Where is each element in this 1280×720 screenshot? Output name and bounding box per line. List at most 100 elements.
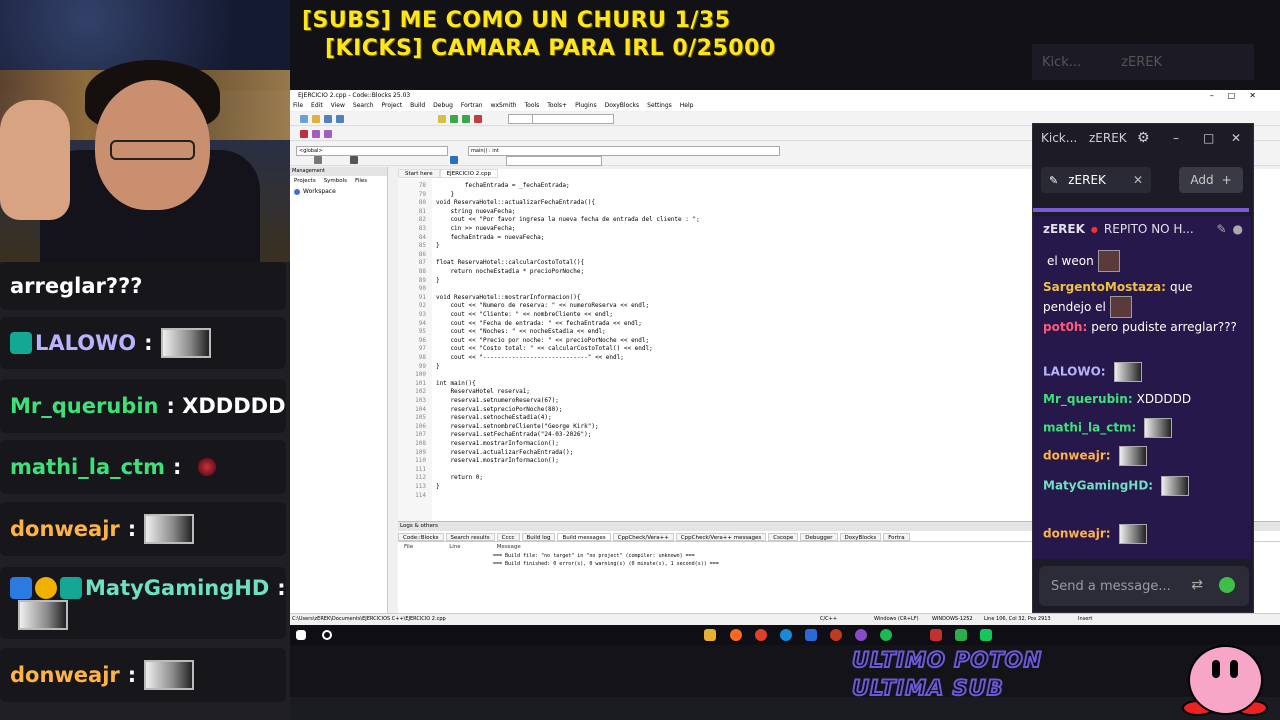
spotify-icon[interactable] [880, 629, 892, 641]
menu-plugins[interactable]: Plugins [575, 101, 597, 111]
firefox-icon[interactable] [730, 629, 742, 641]
log-tab[interactable]: Cscope [768, 533, 799, 541]
plus-icon: + [1221, 173, 1232, 187]
menu-tools-[interactable]: Tools+ [547, 101, 567, 111]
app-icon[interactable] [930, 629, 942, 641]
run-icon[interactable] [450, 115, 458, 123]
menu-search[interactable]: Search [353, 101, 374, 111]
log-tab[interactable]: Build messages [557, 533, 611, 541]
menu-build[interactable]: Build [410, 101, 425, 111]
tab-ejercicio-2[interactable]: EJERCICIO 2.cpp [439, 169, 498, 178]
chat-username[interactable]: SargentoMostaza: [1043, 280, 1166, 294]
symbol-select[interactable]: main() : int [468, 146, 780, 156]
tab-files[interactable]: Files [355, 178, 367, 184]
windows-start-icon[interactable] [296, 630, 306, 640]
kick-icon[interactable] [980, 629, 992, 641]
menu-tools[interactable]: Tools [525, 101, 540, 111]
new-file-icon[interactable] [300, 115, 308, 123]
menu-debug[interactable]: Debug [433, 101, 453, 111]
user-icon[interactable]: ● [1233, 222, 1243, 236]
menu-project[interactable]: Project [382, 101, 403, 111]
bookmark-icon[interactable] [300, 130, 308, 138]
chat-input[interactable]: Send a message... ⇄ [1039, 566, 1249, 606]
log-tab[interactable]: DoxyBlocks [839, 533, 882, 541]
layout-icon[interactable] [350, 156, 358, 164]
log-tab[interactable]: CppCheck/Vera++ messages [675, 533, 767, 541]
abort-icon[interactable] [474, 115, 482, 123]
status-eol: Windows (CR+LF) [874, 616, 919, 622]
gear-icon[interactable]: ⚙ [1137, 130, 1150, 146]
scope-select[interactable]: <global> [296, 146, 448, 156]
menu-fortran[interactable]: Fortran [461, 101, 483, 111]
chat-username[interactable]: LALOWO: [1043, 365, 1106, 379]
menu-edit[interactable]: Edit [311, 101, 323, 111]
save-all-icon[interactable] [336, 115, 344, 123]
chat-username[interactable]: mathi_la_ctm: [1043, 421, 1136, 435]
chat-username[interactable]: MatyGamingHD: [1043, 479, 1153, 493]
compiler-select[interactable] [532, 114, 614, 124]
app-icon[interactable] [830, 629, 842, 641]
maximize-icon[interactable]: □ [1203, 131, 1214, 145]
translate-icon[interactable]: ⇄ [1191, 577, 1203, 593]
chat-username[interactable]: pot0h: [1043, 320, 1087, 334]
search-box[interactable] [506, 156, 602, 166]
explorer-icon[interactable] [704, 629, 716, 641]
chat-username[interactable]: donweajr: [1043, 527, 1111, 541]
log-tab[interactable]: CppCheck/Vera++ [612, 533, 674, 541]
edit-icon: ✎ [1049, 173, 1059, 187]
menu-doxyblocks[interactable]: DoxyBlocks [605, 101, 640, 111]
format-icon[interactable] [314, 156, 322, 164]
channel-tab[interactable]: ✎ zEREK ✕ [1041, 167, 1151, 193]
search-icon[interactable] [322, 630, 332, 640]
emote-icon [1161, 476, 1190, 496]
zoom-icon[interactable] [450, 156, 458, 164]
code-text: cout << "Por favor ingresa la nueva fech… [436, 216, 700, 224]
log-tab[interactable]: Fortra [883, 533, 910, 541]
log-tab[interactable]: Search results [445, 533, 495, 541]
tab-projects[interactable]: Projects [294, 178, 316, 184]
chrome-icon[interactable] [755, 629, 767, 641]
build-icon[interactable] [438, 115, 446, 123]
obs-icon[interactable] [855, 629, 867, 641]
menu-wxsmith[interactable]: wxSmith [491, 101, 517, 111]
menu-help[interactable]: Help [680, 101, 694, 111]
log-tab[interactable]: Code::Blocks [398, 533, 444, 541]
minimize-icon[interactable]: – [1173, 131, 1179, 145]
emote-icon [1118, 524, 1147, 544]
avatar-emote-icon [1109, 296, 1132, 318]
code-text: reserva1.mostrarInformacion(); [436, 457, 559, 465]
log-tab[interactable]: Cccc [496, 533, 520, 541]
codeblocks-icon[interactable] [955, 629, 967, 641]
pin-icon[interactable]: ✎ [1216, 222, 1226, 236]
tab-symbols[interactable]: Symbols [324, 178, 347, 184]
menu-settings[interactable]: Settings [647, 101, 672, 111]
code-text: cout << "Noches: " << nocheEstadia << en… [436, 328, 606, 336]
emote-icon [160, 328, 211, 358]
log-tab[interactable]: Build log [521, 533, 556, 541]
menu-file[interactable]: File [293, 101, 303, 111]
add-channel-button[interactable]: Add + [1179, 167, 1243, 193]
app-icon[interactable] [805, 629, 817, 641]
save-icon[interactable] [324, 115, 332, 123]
edge-icon[interactable] [780, 629, 792, 641]
kick-chat-window: Kick... zEREK ⚙ – □ ✕ ✎ zEREK ✕ Add + zER… [1032, 123, 1254, 613]
close-icon[interactable]: ✕ [1231, 131, 1241, 145]
emote-icon [1144, 418, 1173, 438]
jump-back-icon[interactable] [324, 130, 332, 138]
emote-icon[interactable] [1219, 577, 1235, 593]
menu-view[interactable]: View [331, 101, 345, 111]
chat-username: LALOWO [35, 331, 137, 355]
chat-username[interactable]: Mr_querubin: [1043, 392, 1133, 406]
window-controls[interactable]: –□✕ [1210, 90, 1270, 101]
build-run-icon[interactable] [462, 115, 470, 123]
chat-username[interactable]: donweajr: [1043, 449, 1111, 463]
log-tab[interactable]: Debugger [800, 533, 838, 541]
open-folder-icon[interactable] [312, 115, 320, 123]
workspace-node[interactable]: Workspace [290, 186, 387, 197]
chat-message: donweajr: [1043, 524, 1243, 544]
jump-icon[interactable] [312, 130, 320, 138]
close-tab-icon[interactable]: ✕ [1133, 173, 1143, 187]
tab-start-here[interactable]: Start here [398, 169, 440, 178]
chat-message: donweajr: [1043, 446, 1243, 466]
